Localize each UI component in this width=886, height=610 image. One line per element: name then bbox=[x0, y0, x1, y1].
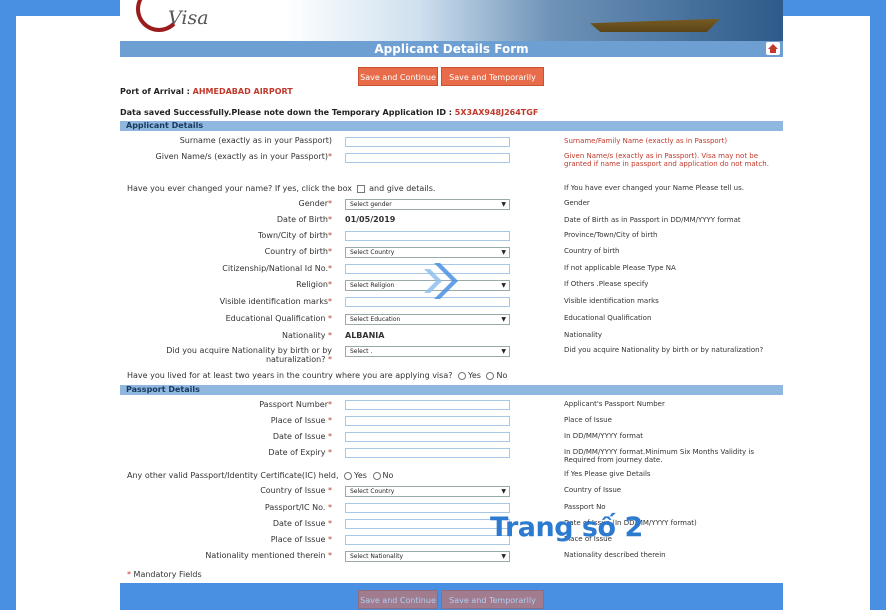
ic-place-input[interactable] bbox=[345, 535, 510, 545]
given-name-help: Given Name/s (exactly as in Passport). V… bbox=[564, 152, 769, 168]
ic-number-help: Passport No bbox=[564, 503, 606, 511]
date-expiry-label: Date of Expiry * bbox=[268, 448, 332, 457]
chevron-down-icon: ▼ bbox=[501, 316, 506, 323]
place-issue-label: Place of Issue * bbox=[270, 416, 332, 425]
ic-number-input[interactable] bbox=[345, 503, 510, 513]
passport-number-help: Applicant's Passport Number bbox=[564, 400, 665, 408]
education-label: Educational Qualification * bbox=[225, 314, 332, 323]
save-exit-button-bottom[interactable]: Save and Temporarily Exit bbox=[441, 590, 544, 609]
surname-help: Surname/Family Name (exactly as in Passp… bbox=[564, 137, 728, 145]
other-passport-help: If Yes Please give Details bbox=[564, 470, 651, 478]
marks-label: Visible identification marks* bbox=[219, 297, 332, 306]
passport-number-label: Passport Number* bbox=[259, 400, 332, 409]
port-value: AHMEDABAD AIRPORT bbox=[192, 87, 293, 96]
date-issue-help: In DD/MM/YYYY format bbox=[564, 432, 643, 440]
chevron-down-icon: ▼ bbox=[501, 201, 506, 208]
gender-select[interactable]: Select gender ▼ bbox=[345, 199, 510, 210]
other-passport-no-radio[interactable] bbox=[372, 471, 381, 480]
acquire-select[interactable]: Select . ▼ bbox=[345, 346, 510, 357]
country-help: Country of birth bbox=[564, 247, 620, 255]
passport-section-header: Passport Details bbox=[120, 385, 783, 395]
saved-message: Data saved Successfully.Please note down… bbox=[120, 108, 539, 117]
home-icon[interactable] bbox=[766, 42, 780, 55]
surname-input[interactable] bbox=[345, 137, 510, 147]
dob-value: 01/05/2019 bbox=[345, 215, 396, 224]
date-issue-label: Date of Issue * bbox=[272, 432, 332, 441]
ic-country-label: Country of Issue * bbox=[260, 486, 332, 495]
page-number-overlay: Trang số 2 bbox=[490, 512, 643, 543]
given-name-input[interactable] bbox=[345, 153, 510, 163]
dob-label: Date of Birth* bbox=[276, 215, 332, 224]
changed-name-help: If You have ever changed your Name Pleas… bbox=[564, 184, 744, 192]
gender-label: Gender* bbox=[298, 199, 332, 208]
other-passport-yes-radio[interactable] bbox=[344, 471, 353, 480]
education-select[interactable]: Select Education ▼ bbox=[345, 314, 510, 325]
town-label: Town/City of birth* bbox=[257, 231, 332, 240]
religion-help: If Others .Please specify bbox=[564, 280, 649, 288]
date-issue-input[interactable] bbox=[345, 432, 510, 442]
save-continue-button-bottom[interactable]: Save and Continue bbox=[358, 590, 438, 609]
visa-logo-text: Visa bbox=[168, 7, 209, 29]
religion-label: Religion* bbox=[296, 280, 332, 289]
other-passport-question: Any other valid Passport/Identity Certif… bbox=[127, 471, 394, 480]
ic-date-input[interactable] bbox=[345, 519, 510, 529]
nationality-help: Nationality bbox=[564, 331, 603, 339]
town-help: Province/Town/City of birth bbox=[564, 231, 658, 239]
citizenship-label: Citizenship/National Id No.* bbox=[222, 264, 332, 273]
changed-name-checkbox[interactable] bbox=[356, 184, 365, 193]
save-exit-button[interactable]: Save and Temporarily Exit bbox=[441, 67, 544, 101]
form-title: Applicant Details Form bbox=[374, 42, 529, 56]
form-page: Visa Applicant Details Form Save and Con… bbox=[120, 0, 783, 610]
country-label: Country of birth* bbox=[264, 247, 332, 256]
chevron-down-icon: ▼ bbox=[501, 488, 506, 495]
ic-nationality-label: Nationality mentioned therein * bbox=[205, 551, 332, 560]
lived-no-radio[interactable] bbox=[486, 371, 495, 380]
nationality-label: Nationality * bbox=[282, 331, 332, 340]
ic-date-label: Date of Issue * bbox=[272, 519, 332, 528]
town-input[interactable] bbox=[345, 231, 510, 241]
marks-help: Visible identification marks bbox=[564, 297, 659, 305]
lived-yes-radio[interactable] bbox=[458, 371, 467, 380]
passport-number-input[interactable] bbox=[345, 400, 510, 410]
ic-country-select[interactable]: Select Country ▼ bbox=[345, 486, 510, 497]
place-issue-input[interactable] bbox=[345, 416, 510, 426]
chevron-down-icon: ▼ bbox=[501, 348, 506, 355]
chevron-down-icon: ▼ bbox=[501, 282, 506, 289]
chevron-down-icon: ▼ bbox=[501, 249, 506, 256]
surname-label: Surname (exactly as in your Passport) bbox=[179, 136, 332, 145]
chevron-down-icon: ▼ bbox=[501, 553, 506, 560]
ic-number-label: Passport/IC No. * bbox=[264, 503, 332, 512]
form-title-bar: Applicant Details Form bbox=[120, 41, 783, 57]
boat-image bbox=[590, 18, 720, 32]
applicant-section-header: Applicant Details bbox=[120, 121, 783, 131]
port-of-arrival: Port of Arrival : AHMEDABAD AIRPORT bbox=[120, 87, 293, 96]
mandatory-note: * Mandatory Fields bbox=[127, 570, 202, 579]
save-continue-button[interactable]: Save and Continue bbox=[358, 67, 438, 86]
education-help: Educational Qualification bbox=[564, 314, 652, 322]
header-banner: Visa bbox=[120, 0, 783, 41]
gender-help: Gender bbox=[564, 199, 590, 207]
dob-help: Date of Birth as in Passport in DD/MM/YY… bbox=[564, 216, 741, 224]
lived-question: Have you lived for at least two years in… bbox=[127, 371, 508, 380]
ic-place-label: Place of Issue * bbox=[270, 535, 332, 544]
application-id: 5X3AX948J264TGF bbox=[454, 108, 539, 117]
ic-country-help: Country of Issue bbox=[564, 486, 622, 494]
ic-nationality-select[interactable]: Select Nationality ▼ bbox=[345, 551, 510, 562]
given-name-label: Given Name/s (exactly as in your Passpor… bbox=[155, 152, 332, 161]
chevron-logo-icon bbox=[424, 263, 458, 299]
acquire-label: Did you acquire Nationality by birth or … bbox=[166, 346, 332, 364]
date-expiry-input[interactable] bbox=[345, 448, 510, 458]
place-issue-help: Place of Issue bbox=[564, 416, 612, 424]
acquire-help: Did you acquire Nationality by birth or … bbox=[564, 346, 764, 354]
ic-nationality-help: Nationality described therein bbox=[564, 551, 666, 559]
nationality-value: ALBANIA bbox=[345, 331, 385, 340]
citizenship-help: If not applicable Please Type NA bbox=[564, 264, 676, 272]
changed-name-question: Have you ever changed your name? If yes,… bbox=[127, 184, 436, 193]
date-expiry-help: In DD/MM/YYYY format.Minimum Six Months … bbox=[564, 448, 754, 464]
